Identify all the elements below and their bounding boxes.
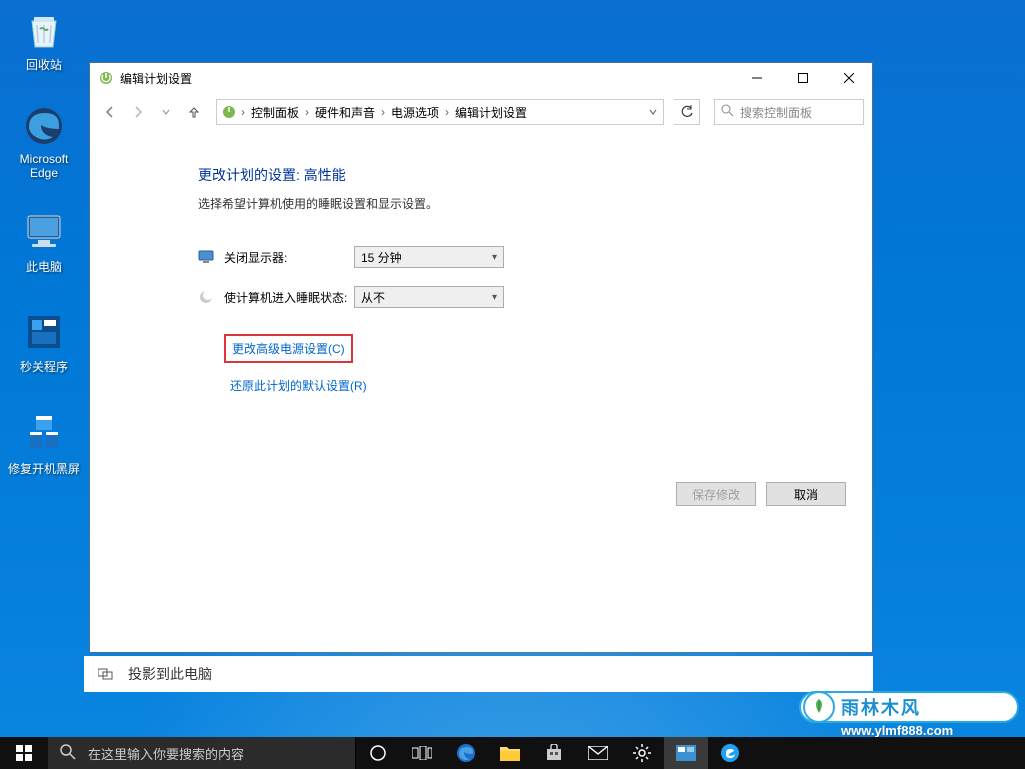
project-icon bbox=[98, 666, 114, 682]
desktop-icon-label: 秒关程序 bbox=[6, 358, 82, 375]
control-panel-window: 编辑计划设置 › 控制面板 › 硬件和声音 › 电源选项 › 编辑计划设置 bbox=[89, 62, 873, 653]
desktop-icon-label: Microsoft Edge bbox=[6, 152, 82, 181]
breadcrumb-item[interactable]: 硬件和声音 bbox=[313, 104, 377, 121]
app-icon bbox=[22, 310, 66, 354]
row-turn-off-display: 关闭显示器: 15 分钟 ▾ bbox=[198, 246, 852, 268]
page-subheading: 选择希望计算机使用的睡眠设置和显示设置。 bbox=[198, 195, 852, 212]
start-button[interactable] bbox=[0, 737, 48, 769]
forward-button[interactable] bbox=[126, 100, 150, 124]
desktop-icon-label: 此电脑 bbox=[6, 258, 82, 275]
control-panel-taskbar-icon[interactable] bbox=[664, 737, 708, 769]
watermark-url: www.ylmf888.com bbox=[841, 723, 953, 738]
settings-strip[interactable]: 投影到此电脑 bbox=[84, 656, 873, 692]
nav-row: › 控制面板 › 硬件和声音 › 电源选项 › 编辑计划设置 搜索控制面板 bbox=[90, 93, 872, 131]
taskbar-search[interactable]: 在这里输入你要搜索的内容 bbox=[48, 737, 356, 769]
search-box[interactable]: 搜索控制面板 bbox=[714, 99, 864, 125]
app-taskbar-icon[interactable] bbox=[708, 737, 752, 769]
desktop-icon-this-pc[interactable]: 此电脑 bbox=[6, 210, 82, 275]
chevron-right-icon: › bbox=[239, 105, 247, 119]
link-restore-defaults[interactable]: 还原此计划的默认设置(R) bbox=[224, 373, 373, 398]
monitor-icon bbox=[198, 249, 214, 265]
watermark-brand: 雨林木风 bbox=[841, 694, 921, 720]
power-options-icon bbox=[221, 104, 237, 120]
recycle-bin-icon bbox=[22, 8, 66, 52]
chevron-right-icon: › bbox=[443, 105, 451, 119]
address-bar[interactable]: › 控制面板 › 硬件和声音 › 电源选项 › 编辑计划设置 bbox=[216, 99, 664, 125]
desktop: 回收站 Microsoft Edge 此电脑 秒关程序 修复开机黑屏 投影到此电… bbox=[0, 0, 1025, 769]
chevron-right-icon: › bbox=[379, 105, 387, 119]
file-explorer-icon[interactable] bbox=[488, 737, 532, 769]
taskbar: 在这里输入你要搜索的内容 bbox=[0, 737, 1025, 769]
power-options-icon bbox=[98, 70, 114, 86]
titlebar[interactable]: 编辑计划设置 bbox=[90, 63, 872, 93]
chevron-down-icon: ▾ bbox=[492, 292, 497, 303]
desktop-icon-label: 回收站 bbox=[6, 56, 82, 73]
repair-icon bbox=[22, 412, 66, 456]
breadcrumb-item[interactable]: 编辑计划设置 bbox=[453, 104, 529, 121]
breadcrumb-item[interactable]: 控制面板 bbox=[249, 104, 301, 121]
link-advanced-power-settings[interactable]: 更改高级电源设置(C) bbox=[224, 334, 353, 363]
search-placeholder: 搜索控制面板 bbox=[740, 104, 812, 121]
select-value: 从不 bbox=[361, 289, 385, 306]
row-sleep: 使计算机进入睡眠状态: 从不 ▾ bbox=[198, 286, 852, 308]
minimize-button[interactable] bbox=[734, 63, 780, 93]
select-turn-off-display[interactable]: 15 分钟 ▾ bbox=[354, 246, 504, 268]
recent-dropdown[interactable] bbox=[154, 100, 178, 124]
cortana-icon[interactable] bbox=[356, 737, 400, 769]
window-body: 更改计划的设置: 高性能 选择希望计算机使用的睡眠设置和显示设置。 关闭显示器:… bbox=[90, 131, 872, 652]
page-heading: 更改计划的设置: 高性能 bbox=[198, 165, 852, 185]
search-icon bbox=[60, 744, 76, 763]
edge-taskbar-icon[interactable] bbox=[444, 737, 488, 769]
store-icon[interactable] bbox=[532, 737, 576, 769]
search-icon bbox=[721, 104, 734, 120]
edge-icon bbox=[22, 104, 66, 148]
mail-icon[interactable] bbox=[576, 737, 620, 769]
desktop-icon-quick-close[interactable]: 秒关程序 bbox=[6, 310, 82, 375]
computer-icon bbox=[22, 210, 66, 254]
back-button[interactable] bbox=[98, 100, 122, 124]
select-value: 15 分钟 bbox=[361, 249, 402, 266]
task-view-icon[interactable] bbox=[400, 737, 444, 769]
breadcrumb-item[interactable]: 电源选项 bbox=[389, 104, 441, 121]
row-label: 使计算机进入睡眠状态: bbox=[224, 289, 374, 306]
row-label: 关闭显示器: bbox=[224, 249, 354, 266]
settings-taskbar-icon[interactable] bbox=[620, 737, 664, 769]
settings-strip-label: 投影到此电脑 bbox=[128, 664, 212, 684]
address-dropdown[interactable] bbox=[643, 105, 663, 119]
chevron-right-icon: › bbox=[303, 105, 311, 119]
search-placeholder: 在这里输入你要搜索的内容 bbox=[88, 744, 244, 763]
desktop-icon-recycle-bin[interactable]: 回收站 bbox=[6, 8, 82, 73]
chevron-down-icon: ▾ bbox=[492, 252, 497, 263]
close-button[interactable] bbox=[826, 63, 872, 93]
desktop-icon-edge[interactable]: Microsoft Edge bbox=[6, 104, 82, 181]
leaf-icon bbox=[803, 691, 835, 723]
save-button: 保存修改 bbox=[676, 482, 756, 506]
cancel-button[interactable]: 取消 bbox=[766, 482, 846, 506]
maximize-button[interactable] bbox=[780, 63, 826, 93]
up-button[interactable] bbox=[182, 100, 206, 124]
window-title: 编辑计划设置 bbox=[120, 70, 734, 87]
refresh-button[interactable] bbox=[674, 99, 700, 125]
desktop-icon-label: 修复开机黑屏 bbox=[6, 460, 82, 477]
moon-icon bbox=[198, 289, 214, 305]
select-sleep[interactable]: 从不 ▾ bbox=[354, 286, 504, 308]
desktop-icon-repair[interactable]: 修复开机黑屏 bbox=[6, 412, 82, 477]
